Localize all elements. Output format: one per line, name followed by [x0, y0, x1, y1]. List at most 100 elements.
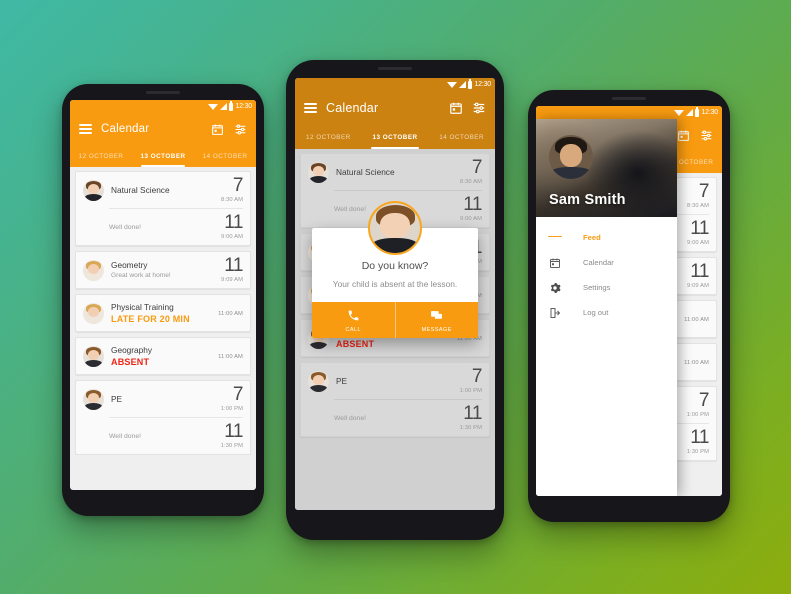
- calendar-icon[interactable]: [676, 128, 690, 142]
- table-row: Well done! 11 9:00 AM: [76, 209, 250, 245]
- page-title: Calendar: [326, 101, 379, 115]
- drawer-header: Sam Smith: [536, 119, 678, 217]
- tab-12-october[interactable]: 12 OCTOBER: [295, 125, 362, 149]
- lesson-time: 1:30 PM: [220, 443, 243, 450]
- sidebar-item-settings[interactable]: Settings: [536, 275, 677, 300]
- lesson-grade: 11: [224, 421, 243, 443]
- status-bar: 12:30: [70, 100, 256, 113]
- lesson-time: 9:00 AM: [687, 240, 709, 247]
- table-row: Physical Training LATE FOR 20 MIN 11:00 …: [76, 295, 250, 331]
- lesson-time: 1:00 PM: [220, 406, 243, 413]
- date-tabs: 12 OCTOBER 13 OCTOBER 14 OCTOBER: [70, 145, 256, 167]
- battery-icon: [695, 107, 700, 117]
- lesson-list: Natural Science 7 8:30 AM Well done! 11 …: [70, 167, 256, 456]
- phone-speaker: [612, 97, 646, 100]
- sidebar-item-feed[interactable]: Feed: [536, 225, 677, 250]
- phone-left: 12:30 Calendar 12 OCTOBER 13 OCTOBER 14: [62, 84, 264, 516]
- status-bar-time: 12:30: [701, 109, 718, 116]
- lesson-time: 9:00 AM: [221, 234, 243, 241]
- status-badge: ABSENT: [111, 356, 150, 367]
- lesson-grade: 7: [471, 157, 483, 178]
- lesson-time: 1:00 PM: [459, 388, 482, 395]
- lesson-card-pe[interactable]: PE 7 1:00 PM Well done! 11 1:30 PM: [75, 380, 251, 456]
- dialog-title: Do you know?: [361, 260, 429, 272]
- boy2-avatar: [83, 345, 104, 367]
- lesson-card-geography[interactable]: Geography ABSENT 11:00 AM: [75, 337, 251, 376]
- screen-calendar-list: 12:30 Calendar 12 OCTOBER 13 OCTOBER 14: [70, 100, 256, 490]
- wifi-icon: [447, 81, 458, 88]
- signal-icon: [686, 109, 694, 116]
- sidebar-item-logout[interactable]: Log out: [536, 300, 677, 325]
- tab-14-october[interactable]: 14 OCTOBER: [428, 125, 495, 149]
- message-button[interactable]: MESSAGE: [394, 302, 479, 339]
- lesson-grade: 11: [224, 212, 243, 234]
- tab-13-october[interactable]: 13 OCTOBER: [132, 145, 194, 167]
- status-bar: 12:30: [536, 106, 722, 119]
- table-row: PE 7 1:00 PM: [76, 381, 250, 417]
- message-button-label: MESSAGE: [421, 327, 452, 334]
- phone-speaker: [378, 67, 412, 70]
- lesson-card-geometry[interactable]: Geometry Great work at home! 11 9:09 AM: [75, 251, 251, 290]
- gear-icon: [548, 281, 562, 295]
- table-row: Natural Science 7 8:30 AM: [76, 172, 250, 208]
- lesson-grade: 11: [463, 194, 482, 216]
- lesson-grade: 11: [690, 427, 709, 449]
- tab-label: 12 OCTOBER: [78, 152, 124, 160]
- table-row: Geometry Great work at home! 11 9:09 AM: [76, 252, 250, 288]
- filter-icon[interactable]: [699, 128, 713, 142]
- filter-icon[interactable]: [233, 122, 247, 136]
- lesson-time: 8:30 AM: [221, 197, 243, 204]
- calendar-icon[interactable]: [449, 101, 463, 115]
- girl-avatar: [83, 259, 104, 281]
- lesson-note: Well done!: [109, 432, 141, 440]
- lesson-subject: Physical Training: [111, 302, 174, 313]
- lesson-grade: 11: [463, 403, 482, 425]
- tab-label: 13 OCTOBER: [140, 152, 186, 160]
- lesson-subject: Geography: [111, 345, 153, 356]
- sidebar-item-label: Feed: [583, 233, 601, 242]
- status-bar: 12:30: [295, 78, 495, 91]
- lesson-card-physical-training[interactable]: Physical Training LATE FOR 20 MIN 11:00 …: [75, 294, 251, 333]
- lesson-time: 11:00 AM: [684, 360, 709, 367]
- lesson-subject: PE: [336, 375, 348, 386]
- boy2-avatar: [308, 370, 329, 392]
- user-avatar[interactable]: [549, 135, 593, 179]
- tab-14-october[interactable]: 14 OCTOBER: [194, 145, 256, 167]
- filter-icon[interactable]: [472, 101, 486, 115]
- dialog-actions: CALL MESSAGE: [312, 302, 479, 339]
- lesson-subject: Natural Science: [111, 184, 170, 195]
- table-row: Natural Science 7 8:30 AM: [301, 154, 489, 190]
- lesson-card-pe[interactable]: PE 7 1:00 PM Well done! 11 1:30 PM: [300, 362, 490, 438]
- lesson-time: 8:30 AM: [460, 179, 482, 186]
- status-bar-time: 12:30: [474, 81, 491, 88]
- sidebar-item-label: Calendar: [583, 258, 614, 267]
- drawer-menu: Feed Calendar Settings Log out: [536, 217, 678, 496]
- lesson-card-natural-science[interactable]: Natural Science 7 8:30 AM Well done! 11 …: [75, 171, 251, 247]
- status-bar-time: 12:30: [235, 103, 252, 110]
- calendar-icon: [548, 256, 562, 270]
- boy-avatar: [308, 161, 329, 183]
- signal-icon: [220, 103, 228, 110]
- table-row: Geography ABSENT 11:00 AM: [76, 338, 250, 374]
- hamburger-menu-icon[interactable]: [79, 124, 92, 134]
- status-badge: LATE FOR 20 MIN: [111, 313, 190, 324]
- girl-avatar: [83, 302, 104, 324]
- sidebar-item-label: Log out: [583, 308, 609, 317]
- calendar-icon[interactable]: [210, 122, 224, 136]
- wifi-icon: [674, 109, 685, 116]
- battery-icon: [229, 101, 234, 111]
- feed-list-icon: [548, 231, 563, 245]
- lesson-time: 11:00 AM: [684, 317, 709, 324]
- lesson-time: 8:30 AM: [687, 203, 709, 210]
- call-button[interactable]: CALL: [312, 302, 395, 338]
- signal-icon: [459, 81, 467, 88]
- lesson-subject: Geometry: [111, 260, 148, 271]
- lesson-time: 9:09 AM: [221, 277, 243, 284]
- sidebar-item-label: Settings: [583, 283, 611, 292]
- sidebar-item-calendar[interactable]: Calendar: [536, 250, 677, 275]
- hamburger-menu-icon[interactable]: [304, 103, 317, 113]
- tab-12-october[interactable]: 12 OCTOBER: [70, 145, 132, 167]
- boy-avatar: [83, 179, 104, 201]
- tab-13-october[interactable]: 13 OCTOBER: [362, 125, 429, 149]
- lesson-grade: 7: [471, 366, 483, 388]
